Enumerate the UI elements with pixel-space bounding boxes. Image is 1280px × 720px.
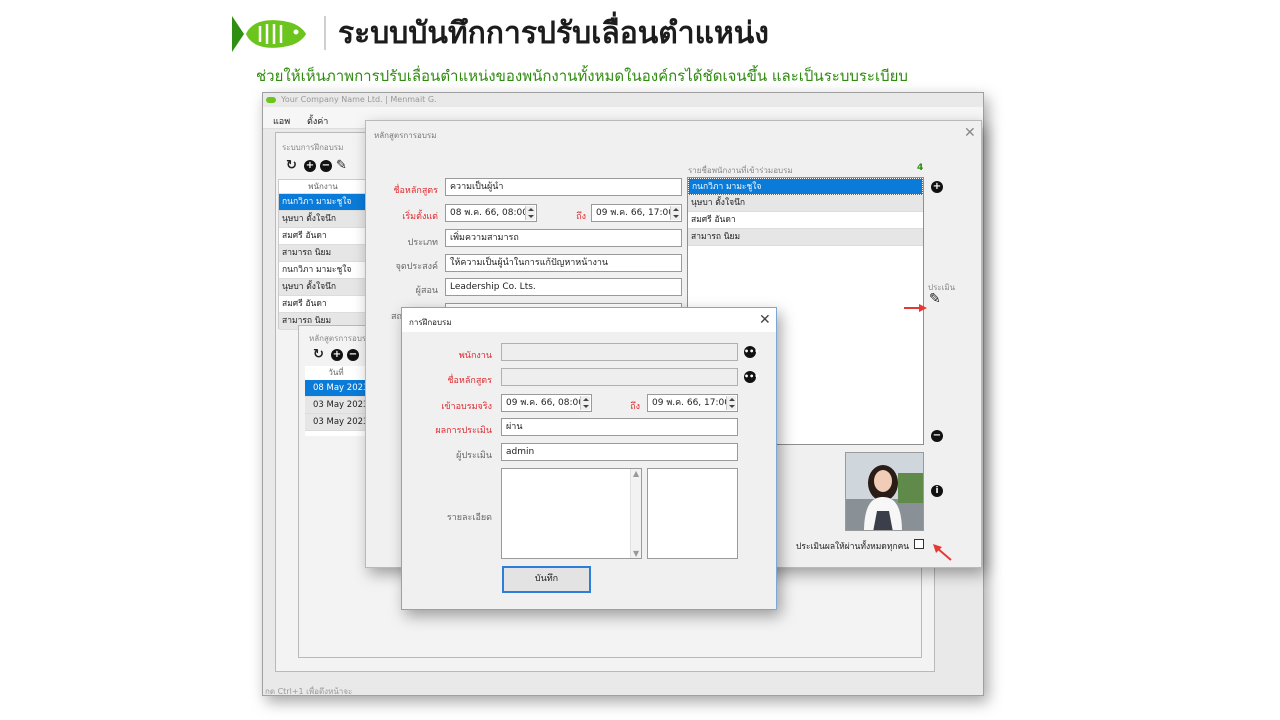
record-title-bar <box>402 308 776 332</box>
course-toolbar: ↻ + − <box>311 348 371 364</box>
evaluator-field[interactable]: admin <box>501 443 738 461</box>
details-label: รายละเอียด <box>446 513 492 523</box>
list-item[interactable]: นุษบา ตั้งใจนึก <box>279 279 367 296</box>
participants-count: 4 <box>917 163 924 173</box>
result-label: ผลการประเมิน <box>435 426 492 436</box>
employee-label: พนักงาน <box>458 351 492 361</box>
employee-list-header: พนักงาน <box>279 180 367 194</box>
app-title: Your Company Name Ltd. | Menmait G. <box>281 95 437 104</box>
list-item[interactable]: นุษบา ตั้งใจนึก <box>688 195 923 212</box>
attend-start-value: 09 พ.ค. 66, 08:00 <box>506 398 584 408</box>
add-participant-icon[interactable]: + <box>931 181 943 193</box>
remove-icon[interactable]: − <box>347 349 359 361</box>
instructor-label: ผู้สอน <box>415 286 438 296</box>
attend-label: เข้าอบรมจริง <box>441 402 492 412</box>
course-name-label: ชื่อหลักสูตร <box>393 186 438 196</box>
arrow-annotation-icon <box>932 543 952 561</box>
details-textarea[interactable]: ▲ ▼ <box>501 468 642 559</box>
start-datetime-field[interactable]: 08 พ.ค. 66, 08:00 <box>445 204 537 222</box>
edit-evaluate-icon[interactable]: ✎ <box>929 292 941 306</box>
scroll-down-icon[interactable]: ▼ <box>633 549 639 558</box>
arrow-annotation-icon <box>904 297 928 312</box>
list-item[interactable]: 03 May 2023 <box>305 414 367 431</box>
list-item[interactable]: กนกวิภา มามะชูใจ <box>279 194 367 211</box>
menu-app[interactable]: แอพ <box>273 114 290 128</box>
employee-list: พนักงาน กนกวิภา มามะชูใจ นุษบา ตั้งใจนึก… <box>278 179 368 330</box>
add-icon[interactable]: + <box>304 160 316 172</box>
start-label: เริ่มตั้งแต่ <box>402 212 438 222</box>
page-title: ระบบบันทึกการปรับเลื่อนตำแหน่ง <box>338 16 769 51</box>
training-window-title: ระบบการฝึกอบรม <box>282 143 344 152</box>
pass-all-label: ประเมินผลให้ผ่านทั้งหมดทุกคน <box>796 542 910 552</box>
training-record-dialog: การฝึกอบรม ✕ พนักงาน ••• ชื่อหลักสูตร ••… <box>401 307 777 610</box>
to-label: ถึง <box>630 402 640 412</box>
app-icon <box>266 97 276 103</box>
list-item[interactable]: สมศรี อันดา <box>279 228 367 245</box>
pass-all-checkbox[interactable] <box>914 539 924 549</box>
type-label: ประเภท <box>407 238 438 248</box>
scrollbar[interactable]: ▲ ▼ <box>630 469 641 558</box>
edit-icon[interactable]: ✎ <box>336 158 347 173</box>
employee-field <box>501 343 738 361</box>
course-name-field[interactable]: ความเป็นผู้นำ <box>445 178 682 196</box>
instructor-field[interactable]: Leadership Co. Lts. <box>445 278 682 296</box>
to-label: ถึง <box>576 212 586 222</box>
employee-photo <box>845 452 924 531</box>
course-label: ชื่อหลักสูตร <box>447 376 492 386</box>
spinner-icon[interactable] <box>670 206 680 220</box>
end-datetime-value: 09 พ.ค. 66, 17:00 <box>596 208 674 218</box>
close-icon[interactable]: ✕ <box>759 313 771 327</box>
save-button[interactable]: บันทึก <box>502 566 591 593</box>
evaluator-label: ผู้ประเมิน <box>456 451 492 461</box>
end-datetime-field[interactable]: 09 พ.ค. 66, 17:00 <box>591 204 682 222</box>
details-extra-box[interactable] <box>647 468 738 559</box>
more-icon[interactable]: ••• <box>744 371 759 383</box>
course-dialog-title: หลักสูตรการอบรม <box>374 131 437 140</box>
spinner-icon[interactable] <box>726 396 736 410</box>
attend-end-field[interactable]: 09 พ.ค. 66, 17:00 <box>647 394 738 412</box>
header-divider <box>324 16 326 50</box>
close-icon[interactable]: ✕ <box>964 126 976 140</box>
info-icon[interactable]: i <box>931 485 943 497</box>
more-icon[interactable]: ••• <box>744 346 759 358</box>
record-dialog-title: การฝึกอบรม <box>409 318 452 327</box>
remove-participant-icon[interactable]: − <box>931 430 943 442</box>
start-datetime-value: 08 พ.ค. 66, 08:00 <box>450 208 528 218</box>
course-list-title: หลักสูตรการอบรม <box>309 334 372 343</box>
page-subtitle: ช่วยให้เห็นภาพการปรับเลื่อนตำแหน่งของพนั… <box>256 67 908 85</box>
participants-label: รายชื่อพนักงานที่เข้าร่วมอบรม <box>688 166 793 175</box>
remove-icon[interactable]: − <box>320 160 332 172</box>
attend-end-value: 09 พ.ค. 66, 17:00 <box>652 398 730 408</box>
fish-logo-icon <box>230 12 310 56</box>
list-item[interactable]: กนกวิภา มามะชูใจ <box>279 262 367 279</box>
spinner-icon[interactable] <box>525 206 535 220</box>
list-item[interactable]: สมศรี อันดา <box>279 296 367 313</box>
refresh-icon[interactable]: ↻ <box>313 348 324 362</box>
spinner-icon[interactable] <box>580 396 590 410</box>
list-item[interactable]: สามารถ นิยม <box>279 245 367 262</box>
result-field[interactable]: ผ่าน <box>501 418 738 436</box>
date-list-header: วันที่ <box>328 368 344 377</box>
menu-settings[interactable]: ตั้งค่า <box>307 114 328 128</box>
list-item[interactable]: กนกวิภา มามะชูใจ <box>688 178 923 195</box>
list-item[interactable]: 03 May 2023 <box>305 397 367 414</box>
list-item[interactable]: สมศรี อันดา <box>688 212 923 229</box>
purpose-field[interactable]: ให้ความเป็นผู้นำในการแก้ปัญหาหน้างาน <box>445 254 682 272</box>
training-toolbar: ↻ + − ✎ <box>280 158 370 175</box>
list-item[interactable]: สามารถ นิยม <box>688 229 923 246</box>
course-field <box>501 368 738 386</box>
refresh-icon[interactable]: ↻ <box>286 159 297 173</box>
attend-start-field[interactable]: 09 พ.ค. 66, 08:00 <box>501 394 592 412</box>
list-item[interactable]: 08 May 2023 <box>305 380 367 397</box>
place-label: สถ <box>391 312 402 322</box>
date-list: วันที่ 08 May 2023 03 May 2023 03 May 20… <box>305 366 367 436</box>
list-item[interactable]: นุษบา ตั้งใจนึก <box>279 211 367 228</box>
scroll-up-icon[interactable]: ▲ <box>633 469 639 478</box>
status-bar: กด Ctrl+1 เพื่อดึงหน้าจะ <box>265 687 353 696</box>
add-icon[interactable]: + <box>331 349 343 361</box>
type-field[interactable]: เพิ่มความสามารถ <box>445 229 682 247</box>
purpose-label: จุดประสงค์ <box>395 262 438 272</box>
